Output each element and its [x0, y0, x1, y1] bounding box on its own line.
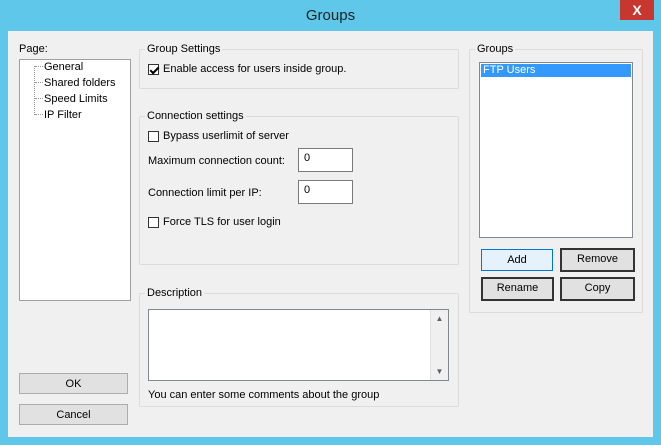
rename-group-button[interactable]: Rename [481, 277, 554, 301]
force-tls-label: Force TLS for user login [163, 216, 281, 228]
bypass-userlimit-checkbox[interactable]: Bypass userlimit of server [148, 130, 289, 142]
description-box: Description ▲ ▼ You can enter some comme… [139, 287, 459, 407]
ok-button[interactable]: OK [19, 373, 128, 394]
description-scrollbar[interactable]: ▲ ▼ [430, 310, 448, 380]
max-connection-input[interactable]: 0 [298, 148, 353, 172]
description-hint: You can enter some comments about the gr… [148, 389, 380, 401]
tree-connector [35, 114, 43, 115]
force-tls-checkbox[interactable]: Force TLS for user login [148, 216, 281, 228]
checkbox-unchecked-icon[interactable] [148, 216, 159, 228]
description-textarea[interactable]: ▲ ▼ [148, 309, 449, 381]
tree-item-speed-limits[interactable]: Speed Limits [44, 93, 108, 105]
title-bar[interactable]: Groups X [0, 0, 661, 32]
groups-title: Groups [475, 43, 516, 55]
tree-item-general[interactable]: General [44, 61, 83, 73]
limit-per-ip-label: Connection limit per IP: [148, 187, 262, 199]
window-title: Groups [305, 7, 356, 24]
cancel-button[interactable]: Cancel [19, 404, 128, 425]
page-label: Page: [19, 43, 48, 55]
group-item-ftp-users[interactable]: FTP Users [481, 64, 631, 77]
connection-settings-title: Connection settings [145, 110, 246, 122]
tree-item-shared-folders[interactable]: Shared folders [44, 77, 116, 89]
max-connection-label: Maximum connection count: [148, 155, 285, 167]
copy-group-button[interactable]: Copy [560, 277, 635, 301]
tree-connector [35, 82, 43, 83]
checkbox-unchecked-icon[interactable] [148, 130, 159, 142]
dialog-client-area: Page: General Shared folders Speed Limit… [8, 31, 653, 437]
group-settings-title: Group Settings [145, 43, 223, 55]
add-group-button[interactable]: Add [481, 249, 553, 271]
scroll-down-arrow-icon[interactable]: ▼ [431, 363, 448, 380]
remove-group-button[interactable]: Remove [560, 248, 635, 272]
groups-box: Groups FTP Users Add Remove Rename Copy [469, 43, 643, 313]
group-settings-box: Group Settings Enable access for users i… [139, 43, 459, 89]
enable-access-checkbox[interactable]: Enable access for users inside group. [148, 63, 346, 75]
tree-connector [34, 66, 35, 115]
connection-settings-box: Connection settings Bypass userlimit of … [139, 110, 459, 265]
close-icon: X [632, 2, 642, 18]
tree-connector [35, 98, 43, 99]
description-title: Description [145, 287, 205, 299]
bypass-userlimit-label: Bypass userlimit of server [163, 130, 289, 142]
groups-window: Groups X Page: General Shared folders Sp… [0, 0, 661, 445]
tree-item-ip-filter[interactable]: IP Filter [44, 109, 82, 121]
enable-access-label: Enable access for users inside group. [163, 63, 347, 75]
limit-per-ip-input[interactable]: 0 [298, 180, 353, 204]
scroll-up-arrow-icon[interactable]: ▲ [431, 310, 448, 327]
tree-connector [35, 66, 43, 67]
close-button[interactable]: X [620, 0, 654, 20]
page-tree[interactable]: General Shared folders Speed Limits IP F… [19, 59, 131, 301]
groups-listbox[interactable]: FTP Users [479, 62, 633, 238]
checkbox-checked-icon[interactable] [148, 63, 159, 75]
